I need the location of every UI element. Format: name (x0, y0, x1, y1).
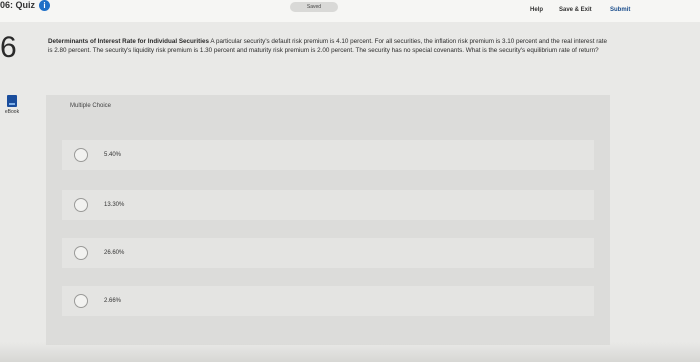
answer-choice-label: 5.40% (104, 152, 122, 158)
saved-status-badge: Saved (290, 2, 338, 12)
answer-choice-label: 13.30% (104, 202, 125, 208)
help-link[interactable]: Help (530, 7, 543, 13)
answer-choice-label: 2.66% (104, 298, 122, 304)
save-exit-link[interactable]: Save & Exit (559, 7, 592, 13)
radio-button[interactable] (74, 198, 88, 212)
radio-button[interactable] (74, 294, 88, 308)
question-text: Determinants of Interest Rate for Indivi… (48, 37, 608, 55)
submit-link[interactable]: Submit (610, 7, 630, 13)
answer-choice-2[interactable]: 13.30% (62, 190, 594, 220)
question-number: 6 (0, 31, 17, 64)
bottom-edge (0, 342, 700, 362)
ebook-link[interactable]: eBook (0, 95, 24, 115)
answer-choice-1[interactable]: 5.40% (62, 140, 594, 170)
answer-choice-label: 26.60% (104, 250, 125, 256)
answer-choice-4[interactable]: 2.66% (62, 286, 594, 316)
ebook-icon (7, 95, 17, 107)
radio-button[interactable] (74, 148, 88, 162)
radio-button[interactable] (74, 246, 88, 260)
question-title: Determinants of Interest Rate for Indivi… (48, 38, 209, 45)
question-type-label: Multiple Choice (70, 103, 112, 109)
top-bar: 06: Quiz i Saved Help Save & Exit Submit (0, 0, 700, 22)
ebook-label: eBook (4, 109, 20, 115)
quiz-title: 06: Quiz i (0, 0, 51, 11)
info-icon[interactable]: i (39, 0, 51, 11)
answer-choice-3[interactable]: 26.60% (62, 238, 594, 268)
quiz-title-text: 06: Quiz (0, 0, 36, 10)
